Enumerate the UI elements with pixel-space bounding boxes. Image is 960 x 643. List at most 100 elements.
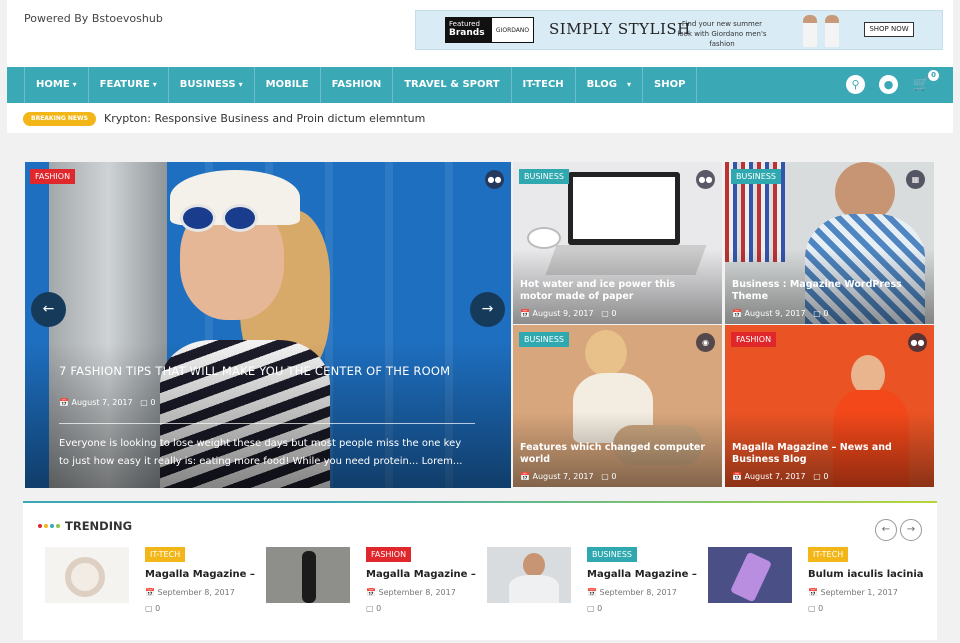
card-date: August 7, 2017 bbox=[532, 472, 594, 481]
hero-title[interactable]: 7 FASHION TIPS THAT WILL MAKE YOU THE CE… bbox=[59, 364, 450, 378]
comment-icon: ▢ bbox=[601, 472, 609, 481]
trending-thumb[interactable] bbox=[266, 547, 350, 603]
nav-item-feature[interactable]: FEATURE ▾ bbox=[89, 67, 169, 103]
calendar-icon: 📅 bbox=[587, 588, 597, 597]
image-format-icon: ▦ bbox=[906, 170, 925, 189]
comment-icon: ▢ bbox=[145, 604, 153, 613]
trending-title[interactable]: Magalla Magazine – bbox=[145, 569, 255, 580]
video-format-icon: ●● bbox=[696, 170, 715, 189]
breaking-news-text[interactable]: Krypton: Responsive Business and Proin d… bbox=[104, 112, 425, 125]
hero-slider[interactable]: FASHION ●● ← → 7 FASHION TIPS THAT WILL … bbox=[25, 162, 511, 488]
slider-prev-arrow-icon[interactable]: ← bbox=[31, 292, 66, 327]
nav-label: TRAVEL & SPORT bbox=[404, 79, 500, 90]
hero-category-badge[interactable]: FASHION bbox=[30, 169, 76, 184]
featured-card[interactable]: BUSINESS ●● Hot water and ice power this… bbox=[513, 162, 722, 324]
chevron-down-icon: ▾ bbox=[238, 80, 243, 89]
trending-title[interactable]: Bulum iaculis lacinia bbox=[808, 569, 924, 580]
nav-label: FEATURE bbox=[99, 79, 150, 90]
calendar-icon: 📅 bbox=[520, 472, 530, 481]
ad-shop-now-button[interactable]: SHOP NOW bbox=[864, 22, 914, 37]
video-format-icon: ●● bbox=[485, 170, 504, 189]
ad-subtext: Find your new summer look with Giordano … bbox=[677, 20, 767, 48]
card-title[interactable]: Magalla Magazine – News and Business Blo… bbox=[732, 442, 922, 466]
trending-prev-arrow-icon[interactable]: ← bbox=[875, 519, 897, 541]
ad-logo: Featured Brands GIORDANO bbox=[445, 17, 534, 43]
card-title[interactable]: Features which changed computer world bbox=[520, 442, 710, 466]
trending-date-text: September 8, 2017 bbox=[599, 588, 677, 597]
nav-item-fashion[interactable]: FASHION bbox=[321, 67, 394, 103]
breaking-news-badge: BREAKING NEWS bbox=[23, 112, 96, 126]
trending-thumb[interactable] bbox=[45, 547, 129, 603]
trending-category-badge[interactable]: BUSINESS bbox=[587, 547, 637, 562]
trending-item[interactable]: FASHION Magalla Magazine – 📅 September 8… bbox=[266, 547, 476, 627]
card-category-badge[interactable]: BUSINESS bbox=[519, 332, 569, 347]
hero-comment-count: 0 bbox=[150, 398, 156, 407]
trending-category-badge[interactable]: IT-TECH bbox=[808, 547, 849, 562]
trending-dots-icon bbox=[38, 524, 60, 528]
cart-count-badge: 0 bbox=[928, 70, 939, 81]
ad-brand: GIORDANO bbox=[491, 17, 534, 43]
ad-banner[interactable]: Featured Brands GIORDANO SIMPLY STYLISH … bbox=[415, 10, 943, 50]
hero-meta: 📅 August 7, 2017 ▢ 0 bbox=[59, 398, 155, 407]
slider-next-arrow-icon[interactable]: → bbox=[470, 292, 505, 327]
card-title[interactable]: Hot water and ice power this motor made … bbox=[520, 279, 710, 303]
trending-title[interactable]: Magalla Magazine – bbox=[587, 569, 697, 580]
featured-card[interactable]: FASHION ●● Magalla Magazine – News and B… bbox=[725, 325, 934, 487]
trending-section: TRENDING ← → IT-TECH Magalla Magazine – … bbox=[23, 501, 937, 640]
card-meta: 📅 August 7, 2017 ▢ 0 bbox=[520, 472, 616, 481]
comment-icon: ▢ bbox=[587, 604, 595, 613]
nav-item-mobile[interactable]: MOBILE bbox=[255, 67, 321, 103]
trending-category-badge[interactable]: IT-TECH bbox=[145, 547, 186, 562]
cart-icon[interactable]: 🛒 0 bbox=[912, 70, 939, 94]
featured-card[interactable]: BUSINESS ▦ Business : Magazine WordPress… bbox=[725, 162, 934, 324]
card-category-badge[interactable]: FASHION bbox=[731, 332, 777, 347]
trending-accent-bar bbox=[323, 501, 937, 503]
card-title[interactable]: Business : Magazine WordPress Theme bbox=[732, 279, 922, 303]
nav-item-it-tech[interactable]: IT-TECH bbox=[512, 67, 576, 103]
card-category-badge[interactable]: BUSINESS bbox=[519, 169, 569, 184]
trending-date-text: September 8, 2017 bbox=[157, 588, 235, 597]
comment-icon: ▢ bbox=[140, 398, 148, 407]
card-date: August 9, 2017 bbox=[744, 309, 806, 318]
comment-icon: ▢ bbox=[813, 309, 821, 318]
trending-heading: TRENDING bbox=[65, 519, 133, 533]
trending-title[interactable]: Magalla Magazine – bbox=[366, 569, 476, 580]
user-icon[interactable]: ● bbox=[879, 75, 898, 94]
nav-menu: HOME ▾ FEATURE ▾ BUSINESS ▾ MOBILE FASHION … bbox=[24, 67, 698, 103]
trending-comment-count: 0 bbox=[376, 604, 382, 613]
trending-item[interactable]: IT-TECH Magalla Magazine – 📅 September 8… bbox=[45, 547, 255, 627]
chevron-down-icon: ▾ bbox=[152, 80, 157, 89]
nav-item-blog[interactable]: BLOG ▾ bbox=[576, 67, 644, 103]
nav-item-business[interactable]: BUSINESS ▾ bbox=[169, 67, 255, 103]
nav-label: BLOG bbox=[586, 79, 618, 90]
nav-label: HOME bbox=[36, 79, 70, 90]
nav-label: MOBILE bbox=[265, 79, 309, 90]
trending-thumb[interactable] bbox=[487, 547, 571, 603]
trending-category-badge[interactable]: FASHION bbox=[366, 547, 412, 562]
featured-card[interactable]: BUSINESS ◉ Features which changed comput… bbox=[513, 325, 722, 487]
hero-excerpt: Everyone is looking to lose weight these… bbox=[59, 438, 463, 467]
nav-label: BUSINESS bbox=[179, 79, 236, 90]
trending-comments: ▢ 0 bbox=[587, 604, 602, 613]
nav-item-home[interactable]: HOME ▾ bbox=[24, 67, 89, 103]
nav-item-shop[interactable]: SHOP bbox=[643, 67, 698, 103]
trending-date: 📅 September 8, 2017 bbox=[587, 588, 677, 597]
trending-date-text: September 8, 2017 bbox=[378, 588, 456, 597]
calendar-icon: 📅 bbox=[808, 588, 818, 597]
search-icon[interactable]: ⚲ bbox=[846, 75, 865, 94]
trending-item[interactable]: BUSINESS Magalla Magazine – 📅 September … bbox=[487, 547, 697, 627]
card-meta: 📅 August 9, 2017 ▢ 0 bbox=[520, 309, 616, 318]
cup-image bbox=[527, 227, 561, 249]
woman-head-image bbox=[585, 330, 627, 376]
card-category-badge[interactable]: BUSINESS bbox=[731, 169, 781, 184]
trending-comments: ▢ 0 bbox=[366, 604, 381, 613]
card-date: August 9, 2017 bbox=[532, 309, 594, 318]
main-nav: HOME ▾ FEATURE ▾ BUSINESS ▾ MOBILE FASHION … bbox=[7, 67, 953, 103]
trending-next-arrow-icon[interactable]: → bbox=[900, 519, 922, 541]
comment-icon: ▢ bbox=[366, 604, 374, 613]
trending-thumb[interactable] bbox=[708, 547, 792, 603]
nav-item-travel-sport[interactable]: TRAVEL & SPORT bbox=[393, 67, 512, 103]
trending-item[interactable]: IT-TECH Bulum iaculis lacinia 📅 Septembe… bbox=[708, 547, 924, 627]
chevron-down-icon: ▾ bbox=[627, 80, 632, 89]
calendar-icon: 📅 bbox=[732, 472, 742, 481]
